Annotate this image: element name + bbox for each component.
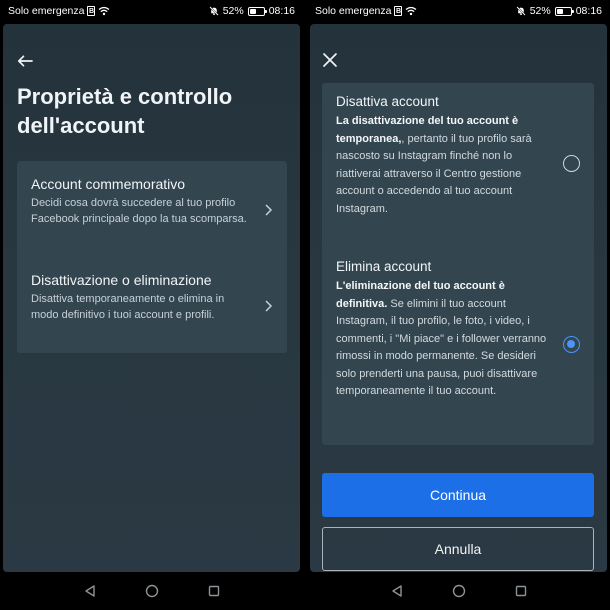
battery-percent: 52% xyxy=(529,5,551,17)
circle-home-icon[interactable] xyxy=(145,584,159,598)
wifi-icon xyxy=(406,6,417,16)
option-memorial-account[interactable]: Account commemorativo Decidi cosa dovrà … xyxy=(17,175,287,227)
option-description: Decidi cosa dovrà succedere al tuo profi… xyxy=(31,197,247,225)
choice-description-text: Se elimini il tuo account Instagram, il … xyxy=(336,297,547,398)
chevron-right-icon xyxy=(265,300,273,312)
back-button[interactable] xyxy=(17,52,39,70)
status-bar: Solo emergenza B 52% 08:16 xyxy=(307,0,610,22)
choice-description: L'eliminazione del tuo account è definit… xyxy=(336,278,550,401)
carrier-text: Solo emergenza xyxy=(315,5,392,17)
option-title: Account commemorativo xyxy=(31,176,186,192)
battery-icon xyxy=(247,6,267,16)
phone-left: Solo emergenza B 52% 08:16 Proprietà e c… xyxy=(0,0,303,610)
cancel-button[interactable]: Annulla xyxy=(322,527,594,571)
system-nav-bar xyxy=(0,572,303,610)
choice-delete[interactable]: Elimina account L'eliminazione del tuo a… xyxy=(322,258,594,401)
radio-delete[interactable] xyxy=(563,336,580,353)
arrow-left-icon xyxy=(17,55,33,67)
choice-card: Disattiva account La disattivazione del … xyxy=(322,83,594,445)
bell-muted-icon xyxy=(209,6,219,16)
system-nav-bar xyxy=(307,572,610,610)
clock: 08:16 xyxy=(575,5,602,17)
chevron-right-icon xyxy=(265,204,273,216)
deactivate-delete-screen: Disattiva account La disattivazione del … xyxy=(310,24,607,572)
close-icon xyxy=(323,53,337,67)
option-title: Disattivazione o eliminazione xyxy=(31,272,212,288)
page-title: Proprietà e controllo dell'account xyxy=(17,84,233,138)
triangle-back-icon[interactable] xyxy=(83,584,97,598)
phone-right: Solo emergenza B 52% 08:16 Disattiva acc… xyxy=(307,0,610,610)
choice-title: Elimina account xyxy=(336,259,432,274)
choice-title: Disattiva account xyxy=(336,94,439,109)
continue-button[interactable]: Continua xyxy=(322,473,594,517)
battery-fill xyxy=(249,8,257,14)
square-recents-icon[interactable] xyxy=(514,584,528,598)
triangle-back-icon[interactable] xyxy=(390,584,404,598)
radio-deactivate[interactable] xyxy=(563,155,580,172)
choice-deactivate[interactable]: Disattiva account La disattivazione del … xyxy=(322,93,594,218)
status-bar: Solo emergenza B 52% 08:16 xyxy=(0,0,303,22)
settings-screen: Proprietà e controllo dell'account Accou… xyxy=(3,24,300,572)
sim-icon: B xyxy=(394,6,403,16)
battery-percent: 52% xyxy=(222,5,244,17)
circle-home-icon[interactable] xyxy=(452,584,466,598)
options-card: Account commemorativo Decidi cosa dovrà … xyxy=(17,161,287,353)
battery-fill xyxy=(556,8,564,14)
choice-description: La disattivazione del tuo account è temp… xyxy=(336,113,550,218)
option-deactivation-deletion[interactable]: Disattivazione o eliminazione Disattiva … xyxy=(17,271,287,323)
carrier-text: Solo emergenza xyxy=(8,5,85,17)
close-button[interactable] xyxy=(320,50,340,70)
bell-muted-icon xyxy=(516,6,526,16)
clock: 08:16 xyxy=(268,5,295,17)
battery-icon xyxy=(554,6,574,16)
option-description: Disattiva temporaneamente o elimina in m… xyxy=(31,293,225,321)
square-recents-icon[interactable] xyxy=(207,584,221,598)
wifi-icon xyxy=(99,6,110,16)
sim-icon: B xyxy=(87,6,96,16)
